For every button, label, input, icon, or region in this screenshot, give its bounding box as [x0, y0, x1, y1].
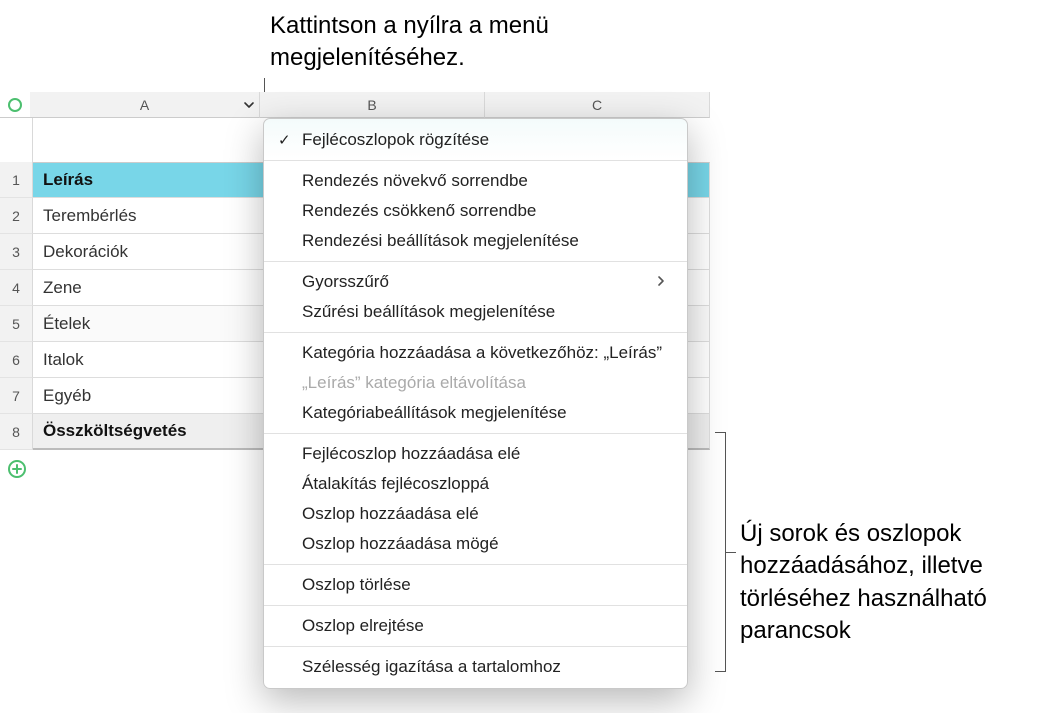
annotation-bottom: Új sorok és oszlopok hozzáadásához, ille…	[740, 518, 987, 648]
menu-separator	[264, 332, 687, 333]
chevron-right-icon	[657, 272, 665, 292]
cell-value: Leírás	[43, 170, 93, 190]
add-row-button[interactable]	[8, 460, 26, 478]
cell-value: Dekorációk	[43, 242, 128, 262]
menu-item-label: Szűrési beállítások megjelenítése	[302, 302, 555, 322]
row-header[interactable]: 4	[0, 270, 33, 306]
column-context-menu: ✓ Fejlécoszlopok rögzítése Rendezés növekv…	[263, 118, 688, 689]
menu-item[interactable]: Oszlop elrejtése	[264, 611, 687, 641]
menu-item-label: Oszlop hozzáadása elé	[302, 504, 479, 524]
table-handle[interactable]	[0, 92, 30, 118]
menu-item[interactable]: Rendezés csökkenő sorrendbe	[264, 196, 687, 226]
chevron-down-icon[interactable]	[243, 99, 255, 111]
menu-item-label: Oszlop törlése	[302, 575, 411, 595]
row-header-gap	[0, 118, 33, 162]
menu-item[interactable]: Oszlop hozzáadása mögé	[264, 529, 687, 559]
circle-icon	[8, 98, 22, 112]
menu-item[interactable]: Kategória hozzáadása a következőhöz: „Le…	[264, 338, 687, 368]
column-header-label: B	[367, 97, 376, 113]
menu-item-label: Átalakítás fejlécoszloppá	[302, 474, 489, 494]
cell-value: Terembérlés	[43, 206, 137, 226]
menu-separator	[264, 433, 687, 434]
row-header[interactable]: 3	[0, 234, 33, 270]
column-header-label: C	[592, 97, 602, 113]
menu-item-label: Kategória hozzáadása a következőhöz: „Le…	[302, 343, 662, 363]
menu-item-label: „Leírás” kategória eltávolítása	[302, 373, 526, 393]
menu-item-label: Oszlop hozzáadása mögé	[302, 534, 499, 554]
menu-separator	[264, 160, 687, 161]
menu-item-label: Kategóriabeállítások megjelenítése	[302, 403, 567, 423]
menu-item-label: Fejlécoszlopok rögzítése	[302, 130, 489, 150]
annotation-bottom-line1: Új sorok és oszlopok	[740, 518, 987, 550]
cell-value: Egyéb	[43, 386, 91, 406]
annotation-bottom-line2: hozzáadásához, illetve	[740, 550, 987, 582]
menu-item[interactable]: Oszlop törlése	[264, 570, 687, 600]
column-header-a[interactable]: A	[30, 92, 260, 118]
menu-item-label: Gyorsszűrő	[302, 272, 389, 292]
menu-item[interactable]: Átalakítás fejlécoszloppá	[264, 469, 687, 499]
menu-item: „Leírás” kategória eltávolítása	[264, 368, 687, 398]
menu-separator	[264, 564, 687, 565]
menu-item[interactable]: Szélesség igazítása a tartalomhoz	[264, 652, 687, 682]
menu-item[interactable]: Rendezés növekvő sorrendbe	[264, 166, 687, 196]
menu-item-label: Rendezés csökkenő sorrendbe	[302, 201, 536, 221]
row-header[interactable]: 2	[0, 198, 33, 234]
menu-separator	[264, 261, 687, 262]
cell-value: Ételek	[43, 314, 90, 334]
row-header[interactable]: 8	[0, 414, 33, 450]
menu-item-label: Oszlop elrejtése	[302, 616, 424, 636]
menu-item[interactable]: Rendezési beállítások megjelenítése	[264, 226, 687, 256]
menu-item-label: Rendezés növekvő sorrendbe	[302, 171, 528, 191]
row-header[interactable]: 6	[0, 342, 33, 378]
menu-item[interactable]: Oszlop hozzáadása elé	[264, 499, 687, 529]
cell-value: Zene	[43, 278, 82, 298]
cell-value: Italok	[43, 350, 84, 370]
menu-item[interactable]: Kategóriabeállítások megjelenítése	[264, 398, 687, 428]
column-header-c[interactable]: C	[485, 92, 710, 118]
column-header-label: A	[140, 97, 149, 113]
column-header-b[interactable]: B	[260, 92, 485, 118]
menu-item-label: Szélesség igazítása a tartalomhoz	[302, 657, 561, 677]
annotation-bottom-line4: parancsok	[740, 615, 987, 647]
menu-item-label: Fejlécoszlop hozzáadása elé	[302, 444, 520, 464]
row-header[interactable]: 5	[0, 306, 33, 342]
menu-separator	[264, 646, 687, 647]
cell-value: Összköltségvetés	[43, 421, 187, 441]
menu-item-label: Rendezési beállítások megjelenítése	[302, 231, 579, 251]
annotation-top: Kattintson a nyílra a menü megjelenítésé…	[270, 10, 549, 75]
annotation-top-line2: megjelenítéséhez.	[270, 42, 549, 74]
column-headers-row: A B C	[0, 92, 710, 118]
menu-item[interactable]: Szűrési beállítások megjelenítése	[264, 297, 687, 327]
annotation-top-line1: Kattintson a nyílra a menü	[270, 10, 549, 42]
row-header[interactable]: 1	[0, 162, 33, 198]
annotation-bracket-tick	[726, 552, 736, 553]
row-headers-column: 1 2 3 4 5 6 7 8	[0, 118, 33, 478]
menu-item[interactable]: Gyorsszűrő	[264, 267, 687, 297]
menu-item[interactable]: ✓ Fejlécoszlopok rögzítése	[264, 125, 687, 155]
menu-item[interactable]: Fejlécoszlop hozzáadása elé	[264, 439, 687, 469]
annotation-bottom-line3: törléséhez használható	[740, 583, 987, 615]
check-icon: ✓	[278, 131, 291, 149]
menu-separator	[264, 605, 687, 606]
row-header[interactable]: 7	[0, 378, 33, 414]
